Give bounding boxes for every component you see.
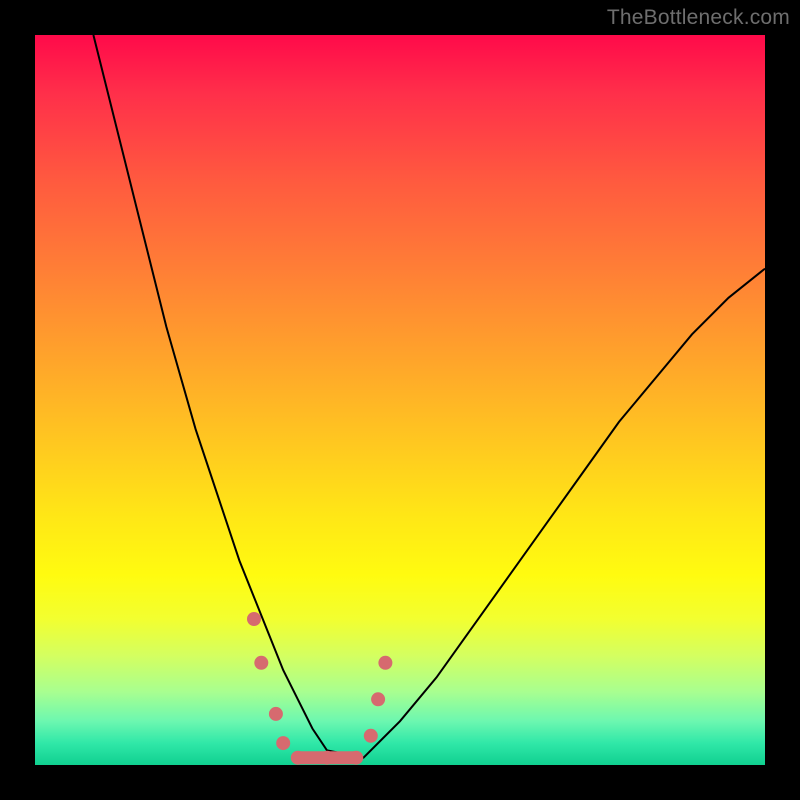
marker-dot [349,751,363,765]
marker-dot [320,751,334,765]
watermark-text: TheBottleneck.com [607,6,790,30]
marker-dot [247,612,261,626]
marker-dot [364,729,378,743]
marker-dot [291,751,305,765]
marker-dot [371,692,385,706]
chart-frame: TheBottleneck.com [0,0,800,800]
bottleneck-curve [93,35,765,758]
plot-area [35,35,765,765]
curve-svg [35,35,765,765]
marker-dot [269,707,283,721]
marker-dot [276,736,290,750]
marker-dot [378,656,392,670]
marker-dot [254,656,268,670]
